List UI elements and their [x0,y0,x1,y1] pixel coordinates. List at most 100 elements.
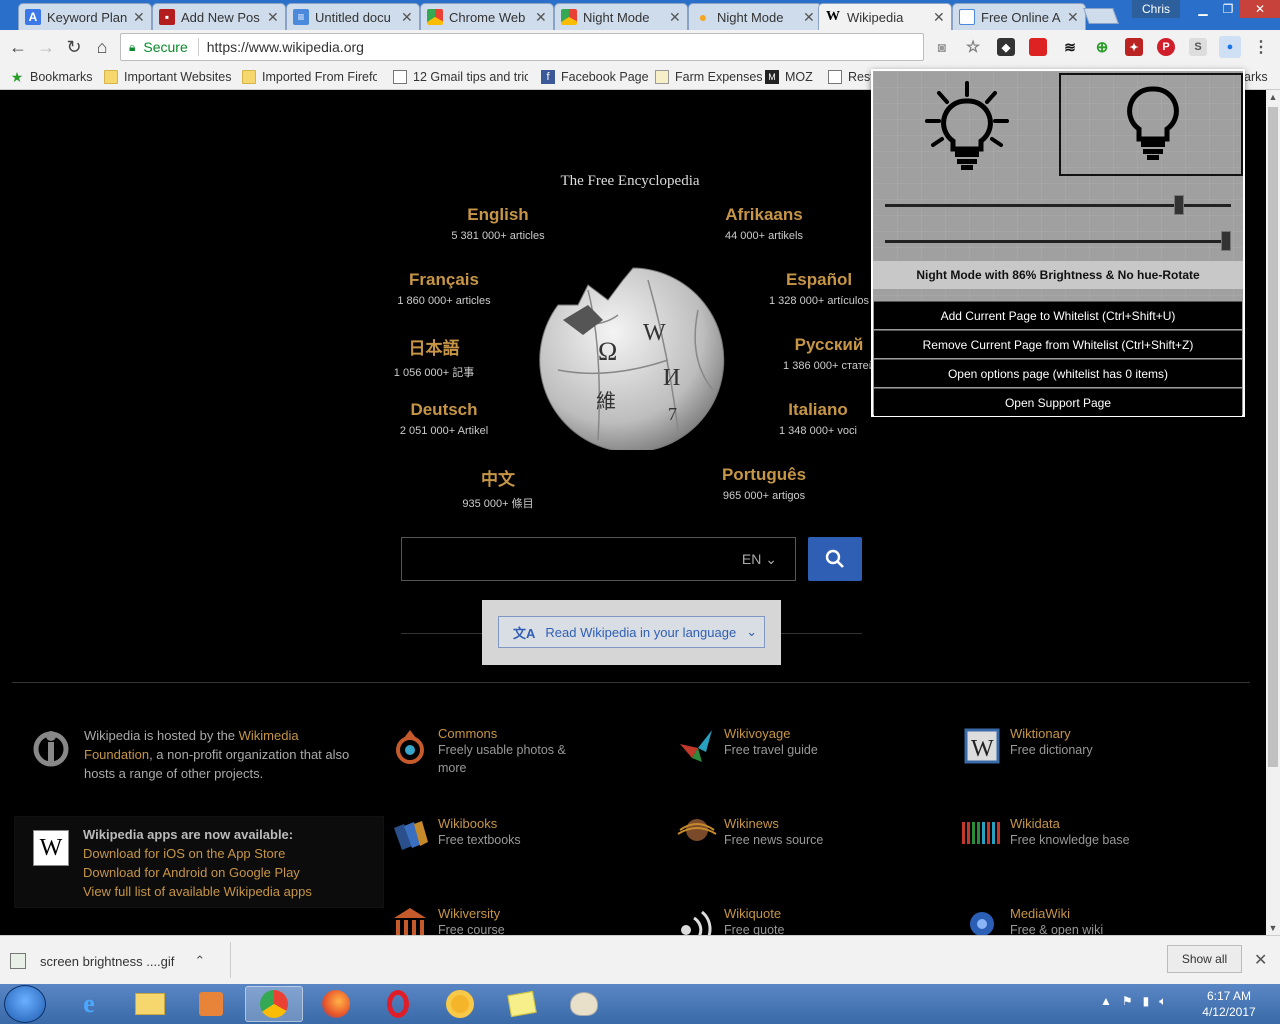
close-icon[interactable]: ✕ [535,9,547,26]
close-icon[interactable]: ✕ [669,9,681,26]
lang-francais[interactable]: Français 1 860 000+ articles [364,270,524,307]
window-close-button[interactable]: ✕ [1240,0,1280,18]
tab-free-online[interactable]: Free Online A ✕ [952,3,1086,30]
start-button[interactable] [4,985,46,1023]
project-wikiquote[interactable]: Wikiquote Free quote [676,906,864,935]
all-apps-link[interactable]: View full list of available Wikipedia ap… [83,882,312,901]
pinterest-icon[interactable]: P [1157,38,1175,56]
new-tab-button[interactable] [1083,8,1119,24]
bookmark-item[interactable]: Farm Expenses [655,68,763,86]
address-bar[interactable]: 🔒︎ Secure https://www.wikipedia.org [120,33,924,61]
tab-chrome-web-store[interactable]: Chrome Web ✕ [420,3,554,30]
close-icon[interactable]: ✕ [401,9,413,26]
tab-night-mode-store[interactable]: Night Mode ✕ [554,3,688,30]
network-icon[interactable]: ▮ [1143,994,1150,1009]
scroll-up-icon[interactable]: ▲ [1266,90,1280,104]
options-page-button[interactable]: Open options page (whitelist has 0 items… [874,359,1242,387]
bookmark-item[interactable]: 12 Gmail tips and tric [393,68,528,86]
bookmark-folder[interactable]: Important Websites [104,68,231,86]
project-wikidata[interactable]: Wikidata Free knowledge base [962,816,1150,858]
lang-deutsch[interactable]: Deutsch 2 051 000+ Artikel [364,400,524,437]
tab-untitled-doc[interactable]: ≡ Untitled docu ✕ [286,3,420,30]
chrome-canary-icon[interactable] [431,986,489,1022]
ios-app-link[interactable]: Download for iOS on the App Store [83,844,312,863]
close-icon[interactable]: ✕ [933,9,945,26]
tab-night-mode[interactable]: ● Night Mode ✕ [688,3,822,30]
project-wiktionary[interactable]: W Wiktionary Free dictionary [962,726,1150,768]
search-language-select[interactable]: EN ⌄ [742,551,777,568]
bulb-off-toggle[interactable] [1059,73,1243,176]
chrome-icon[interactable] [245,986,303,1022]
minimize-button[interactable]: ▁ [1190,0,1216,18]
download-item[interactable]: screen brightness ....gif ⌃ [10,944,230,978]
bookmark-item[interactable]: M MOZ [765,68,813,86]
other-bookmarks[interactable]: arks [1244,68,1268,86]
buffer-icon[interactable]: ≋ [1061,38,1079,56]
whitelist-remove-button[interactable]: Remove Current Page from Whitelist (Ctrl… [874,330,1242,358]
forward-icon[interactable]: → [34,35,58,59]
bookmark-item[interactable]: f Facebook Page [541,68,649,86]
show-all-button[interactable]: Show all [1167,945,1242,973]
back-icon[interactable]: ← [6,35,30,59]
chevron-up-icon[interactable]: ⌃ [194,953,205,969]
home-icon[interactable]: ⌂ [90,35,114,59]
bookmark-item[interactable]: Resta [828,68,872,86]
firefox-icon[interactable] [307,986,365,1022]
extension-icon[interactable] [1029,38,1047,56]
paint-icon[interactable] [555,986,613,1022]
bookmark-item[interactable]: ★ Bookmarks [10,68,93,86]
camera-icon[interactable]: ◙ [933,38,951,56]
extension-icon[interactable]: ◆ [997,38,1015,56]
lang-afrikaans[interactable]: Afrikaans 44 000+ artikels [684,205,844,242]
flag-icon[interactable]: ⚑ [1122,994,1133,1009]
media-player-icon[interactable] [182,986,240,1022]
support-page-button[interactable]: Open Support Page [874,388,1242,416]
project-mediawiki[interactable]: MediaWiki Free & open wiki [962,906,1150,935]
android-app-link[interactable]: Download for Android on Google Play [83,863,312,882]
search-input[interactable]: EN ⌄ [401,537,796,581]
close-icon[interactable]: ✕ [1254,950,1267,970]
vertical-scrollbar[interactable]: ▲ ▼ [1266,90,1280,935]
close-icon[interactable]: ✕ [267,9,279,26]
scrollbar-thumb[interactable] [1268,107,1278,767]
close-icon[interactable]: ✕ [133,9,145,26]
whitelist-add-button[interactable]: Add Current Page to Whitelist (Ctrl+Shif… [874,301,1242,329]
scroll-down-icon[interactable]: ▼ [1266,921,1280,935]
sticky-notes-icon[interactable] [493,986,551,1022]
project-commons[interactable]: Commons Freely usable photos & more [390,726,578,777]
lang-chinese[interactable]: 中文 935 000+ 條目 [418,465,578,511]
opera-icon[interactable] [369,986,427,1022]
extension-icon[interactable]: ✦ [1125,38,1143,56]
volume-icon[interactable]: 🔈︎ [1159,994,1166,1009]
close-icon[interactable]: ✕ [1067,9,1079,26]
search-button[interactable] [808,537,862,581]
close-icon[interactable]: ✕ [803,9,815,26]
target-icon[interactable]: ⊕ [1093,38,1111,56]
lang-english[interactable]: English 5 381 000+ articles [418,205,578,242]
lang-portugues[interactable]: Português 965 000+ artigos [684,465,844,502]
tab-keyword-planner[interactable]: A Keyword Plan ✕ [18,3,152,30]
bulb-on-icon[interactable] [919,79,1015,175]
lang-japanese[interactable]: 日本語 1 056 000+ 記事 [354,334,514,380]
slider-handle[interactable] [1173,195,1184,215]
slider-handle[interactable] [1221,231,1231,251]
taskbar-clock[interactable]: 6:17 AM 4/12/2017 [1196,988,1262,1020]
bookmark-folder[interactable]: Imported From Firefo [242,68,377,86]
chevron-up-icon[interactable]: ▲ [1100,994,1112,1009]
extension-icon[interactable]: S [1189,38,1207,56]
project-wikibooks[interactable]: Wikibooks Free textbooks [390,816,578,858]
project-wikiversity[interactable]: Wikiversity Free course [390,906,578,935]
reload-icon[interactable]: ↻ [62,35,86,59]
maximize-button[interactable]: ❐ [1216,0,1240,18]
profile-button[interactable]: Chris [1132,0,1180,18]
explorer-icon[interactable] [121,986,179,1022]
read-language-button[interactable]: 文A Read Wikipedia in your language ⌄ [498,616,765,648]
night-mode-bulb-icon[interactable]: ● [1219,36,1241,58]
ie-icon[interactable]: e [60,986,118,1022]
project-wikivoyage[interactable]: Wikivoyage Free travel guide [676,726,864,768]
tab-add-new-post[interactable]: ▪ Add New Pos ✕ [152,3,286,30]
hue-rotate-slider[interactable] [885,231,1231,251]
project-wikinews[interactable]: Wikinews Free news source [676,816,864,858]
tab-wikipedia[interactable]: W Wikipedia ✕ [818,3,952,30]
star-icon[interactable]: ☆ [964,38,982,56]
